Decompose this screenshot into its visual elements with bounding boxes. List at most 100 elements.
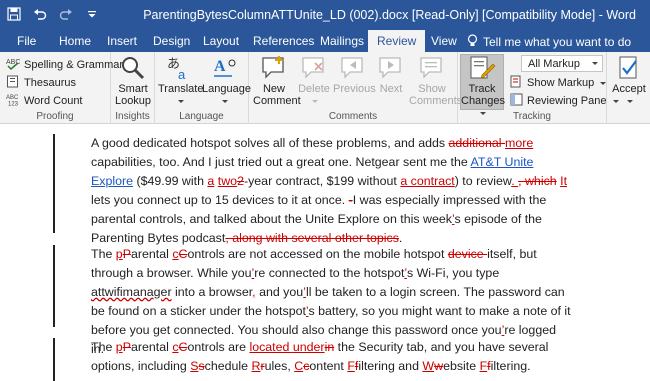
svg-text:A: A (214, 58, 226, 75)
svg-text:ABC: ABC (6, 95, 19, 101)
smart-lookup-button[interactable]: Smart Lookup (114, 55, 152, 107)
svg-text:ABC: ABC (6, 59, 20, 66)
inserted-text: F (347, 359, 355, 373)
previous-comment-button[interactable]: Previous (333, 55, 376, 95)
new-comment-icon (259, 55, 289, 81)
group-label-language: Language (179, 111, 224, 122)
delete-comment-button[interactable]: Delete (297, 55, 331, 107)
text-run: ($49.99 with (133, 174, 208, 188)
tab-insert[interactable]: Insert (107, 34, 137, 48)
customize-toolbar-icon[interactable] (84, 6, 100, 22)
text-run: chedule (204, 359, 252, 373)
spelling-check-icon: ABC (6, 57, 20, 73)
track-changes-icon (467, 55, 497, 81)
text-run: iltering. (490, 359, 531, 373)
thesaurus-button[interactable]: Thesaurus (6, 75, 76, 91)
thesaurus-book-icon (6, 75, 20, 91)
text-run: ules, (264, 359, 295, 373)
next-comment-icon (376, 55, 406, 81)
reviewing-pane-button[interactable]: Reviewing Pane (510, 93, 619, 109)
inserted-text: p (115, 247, 123, 261)
group-proofing: ABC Spelling & Grammar Thesaurus ABC 123 … (0, 52, 123, 124)
deleted-text: 2 (237, 174, 244, 188)
deleted-text: device (447, 247, 488, 261)
text-run: . (398, 231, 403, 245)
show-comments-button[interactable]: Show Comments (409, 55, 462, 107)
track-changes-button[interactable]: Track Changes (460, 54, 505, 115)
text-run: ebsite (443, 359, 480, 373)
group-label-proofing: Proofing (36, 111, 74, 122)
show-markup-button[interactable]: Show Markup (510, 75, 607, 91)
inserted-text: It (560, 174, 568, 188)
tab-references[interactable]: References (253, 34, 314, 48)
display-for-review-select[interactable]: All Markup (521, 55, 603, 72)
redo-icon[interactable] (58, 6, 74, 22)
group-language: あa Translate A Language Language (155, 52, 251, 124)
svg-text:123: 123 (8, 102, 19, 107)
group-label-comments: Comments (328, 111, 378, 122)
deleted-text: , along with several other topics (225, 231, 399, 245)
tab-review[interactable]: Review (368, 30, 426, 52)
word-count-button[interactable]: ABC 123 Word Count (6, 93, 83, 109)
tell-me-box[interactable]: Tell me what you want to do (467, 34, 631, 50)
text-run: lets you connect up to 15 devices to it … (91, 193, 349, 207)
language-icon: A (209, 55, 239, 81)
deleted-text: in (324, 340, 335, 354)
inserted-text: W (422, 359, 435, 373)
tab-view[interactable]: View (431, 34, 457, 48)
save-icon[interactable] (6, 6, 22, 22)
reviewing-pane-icon (510, 93, 523, 109)
spelling-grammar-button[interactable]: ABC Spelling & Grammar (6, 57, 123, 73)
tell-me-text: Tell me what you want to do (483, 35, 632, 49)
magnifier-icon (118, 55, 148, 81)
inserted-text: p (115, 340, 123, 354)
show-comments-icon (417, 55, 447, 81)
deleted-text: w (434, 359, 444, 373)
text-run: capabilities, too. And I just tried out … (91, 155, 471, 169)
deleted-text: P (122, 247, 131, 261)
text-run: ontrols are (187, 340, 250, 354)
chevron-down-icon (592, 62, 598, 65)
inserted-text: more (505, 136, 534, 150)
paragraph-3[interactable]: The pParental cControls are located unde… (91, 338, 571, 376)
new-comment-button[interactable]: New Comment (253, 55, 301, 107)
document-area[interactable]: A good dedicated hotspot solves all of t… (0, 124, 650, 381)
text-run: ontrols are not accessed on the mobile h… (187, 247, 448, 261)
tab-mailings[interactable]: Mailings (320, 34, 364, 48)
text-run: ontent (309, 359, 348, 373)
text-run: s Wi-Fi, you type (406, 266, 500, 280)
quick-access-toolbar (6, 6, 100, 22)
deleted-text: additional (448, 136, 506, 150)
language-button[interactable]: A Language (202, 55, 251, 107)
change-bar (53, 245, 55, 327)
text-run: iltering and (358, 359, 423, 373)
window-title: ParentingBytesColumnATTUnite_LD (002).do… (143, 8, 636, 22)
inserted-text: a contract (400, 174, 455, 188)
text-run: The (91, 340, 116, 354)
text-run: and you (255, 285, 304, 299)
text-run: -year contract, $199 without (243, 174, 401, 188)
accept-icon (614, 55, 644, 81)
change-bar (53, 134, 55, 233)
deleted-text: P (122, 340, 131, 354)
undo-icon[interactable] (32, 6, 48, 22)
inserted-text: C (294, 359, 304, 373)
next-comment-button[interactable]: Next (375, 55, 407, 95)
text-run: The (91, 247, 116, 261)
tab-design[interactable]: Design (153, 34, 190, 48)
text-run: ) to review (454, 174, 512, 188)
tab-layout[interactable]: Layout (203, 34, 239, 48)
change-bar (53, 338, 55, 381)
previous-comment-icon (338, 55, 368, 81)
text-run: arental (130, 340, 173, 354)
translate-button[interactable]: あa Translate (158, 55, 203, 107)
tab-home[interactable]: Home (59, 34, 91, 48)
ribbon-tab-bar: File Home Insert Design Layout Reference… (0, 30, 650, 52)
spelling-error: attwifimanager (91, 285, 172, 299)
tab-file[interactable]: File (17, 34, 36, 48)
inserted-text: under (292, 340, 325, 354)
text-run: arental (130, 247, 173, 261)
accept-button[interactable]: Accept (610, 55, 648, 107)
paragraph-1[interactable]: A good dedicated hotspot solves all of t… (91, 134, 571, 248)
group-label-insights: Insights (115, 111, 150, 122)
